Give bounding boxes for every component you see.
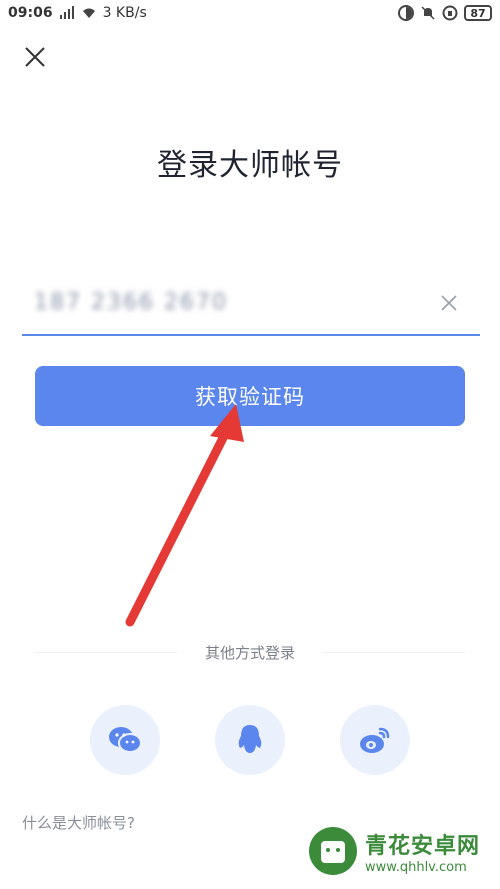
weibo-login-button[interactable] [340,705,410,775]
clear-input-button[interactable] [438,292,460,314]
close-button[interactable] [22,44,48,70]
social-login-row [90,705,410,775]
status-left: 09:06 3 KB/s [8,5,147,21]
other-login-divider: 其他方式登录 [35,640,466,664]
watermark: 青花安卓网 www.qhhlv.com [307,821,492,881]
mute-bell-icon [420,5,436,21]
status-time: 09:06 [8,5,53,21]
watermark-url: www.qhhlv.com [365,859,467,875]
qq-login-button[interactable] [215,705,285,775]
divider-line-left [35,651,177,653]
signal-icon [59,5,75,21]
what-is-master-account-link[interactable]: 什么是大师帐号? [22,812,135,833]
get-code-button[interactable]: 获取验证码 [35,366,465,426]
wifi-icon [81,5,97,21]
battery-indicator: 87 [464,5,492,21]
weibo-icon [360,727,390,753]
network-speed: 3 KB/s [102,5,147,21]
phone-value[interactable]: 187 2366 2670 [34,290,228,315]
data-saver-icon [398,5,414,21]
divider-line-right [323,651,466,653]
watermark-name: 青花安卓网 [365,833,481,859]
status-bar: 09:06 3 KB/s 87 [0,0,500,26]
status-right: 87 [398,5,492,21]
phone-input[interactable]: 187 2366 2670 [22,280,480,336]
wechat-icon [109,727,142,753]
wechat-login-button[interactable] [90,705,160,775]
clear-icon[interactable] [438,292,460,314]
watermark-logo-icon [309,827,357,875]
close-icon[interactable] [22,44,48,70]
alarm-icon [442,5,458,21]
page-title: 登录大师帐号 [157,148,343,183]
other-login-label: 其他方式登录 [205,643,296,662]
watermark-text: 青花安卓网 www.qhhlv.com [365,828,480,875]
qq-icon [238,725,262,753]
